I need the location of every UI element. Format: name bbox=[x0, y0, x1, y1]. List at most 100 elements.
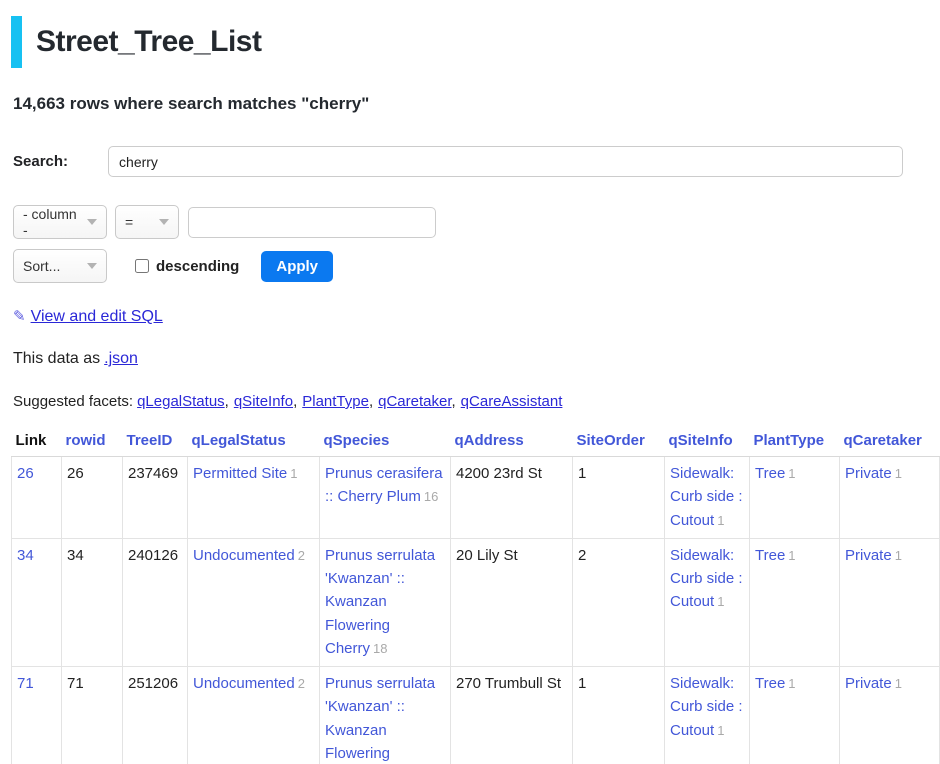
cell-treeid: 251206 bbox=[123, 667, 188, 764]
facet-count: 16 bbox=[424, 489, 438, 504]
cell-planttype: Tree1 bbox=[750, 457, 840, 539]
cell-qaddress: 20 Lily St bbox=[451, 538, 573, 666]
cell-link: 26 bbox=[12, 457, 62, 539]
facet-link-qlegalstatus[interactable]: qLegalStatus bbox=[137, 393, 225, 410]
sort-by-siteorder[interactable]: SiteOrder bbox=[577, 432, 645, 449]
cell-qaddress: 4200 23rd St bbox=[451, 457, 573, 539]
table-header-row: Link rowid TreeID qLegalStatus qSpecies … bbox=[12, 428, 940, 457]
filter-operator-select[interactable]: = bbox=[115, 205, 179, 239]
facet-value-link[interactable]: Tree bbox=[755, 675, 785, 692]
export-line: This data as.json bbox=[13, 350, 940, 368]
facet-link-qcaretaker[interactable]: qCaretaker bbox=[378, 393, 451, 410]
facet-count: 1 bbox=[788, 676, 795, 691]
filter-row: - column - = bbox=[13, 205, 940, 239]
cell-link: 71 bbox=[12, 667, 62, 764]
chevron-down-icon bbox=[159, 219, 169, 225]
facet-value-link[interactable]: Undocumented bbox=[193, 675, 295, 692]
column-header-qcaretaker: qCaretaker bbox=[840, 428, 940, 457]
cell-siteorder: 2 bbox=[573, 538, 665, 666]
cell-qspecies: Prunus serrulata 'Kwanzan' :: Kwanzan Fl… bbox=[320, 667, 451, 764]
descending-checkbox[interactable] bbox=[135, 259, 149, 273]
view-edit-sql-link[interactable]: View and edit SQL bbox=[31, 308, 163, 325]
facet-value-link[interactable]: Undocumented bbox=[193, 547, 295, 564]
sort-by-treeid[interactable]: TreeID bbox=[127, 432, 173, 449]
facet-value-link[interactable]: Tree bbox=[755, 547, 785, 564]
cell-qspecies: Prunus cerasifera :: Cherry Plum16 bbox=[320, 457, 451, 539]
table-row: 71 71 251206 Undocumented2 Prunus serrul… bbox=[12, 667, 940, 764]
filter-operator-value: = bbox=[125, 214, 133, 230]
cell-treeid: 237469 bbox=[123, 457, 188, 539]
apply-button[interactable]: Apply bbox=[261, 251, 333, 282]
export-prefix: This data as bbox=[13, 350, 100, 367]
column-header-planttype: PlantType bbox=[750, 428, 840, 457]
facet-count: 1 bbox=[788, 548, 795, 563]
column-header-qspecies: qSpecies bbox=[320, 428, 451, 457]
row-detail-link[interactable]: 34 bbox=[17, 547, 34, 564]
facet-value-link[interactable]: Tree bbox=[755, 465, 785, 482]
results-table: Link rowid TreeID qLegalStatus qSpecies … bbox=[11, 428, 940, 764]
cell-siteorder: 1 bbox=[573, 667, 665, 764]
page-title: Street_Tree_List bbox=[36, 16, 261, 68]
facet-count: 1 bbox=[717, 513, 724, 528]
cell-qsiteinfo: Sidewalk: Curb side : Cutout1 bbox=[665, 457, 750, 539]
facet-link-planttype[interactable]: PlantType bbox=[302, 393, 369, 410]
facet-count: 2 bbox=[298, 548, 305, 563]
facet-value-link[interactable]: Sidewalk: Curb side : Cutout bbox=[670, 675, 743, 739]
facet-value-link[interactable]: Private bbox=[845, 547, 892, 564]
facet-count: 1 bbox=[717, 594, 724, 609]
cell-planttype: Tree1 bbox=[750, 538, 840, 666]
suggested-facets: Suggested facets:qLegalStatus,qSiteInfo,… bbox=[13, 393, 940, 410]
cell-siteorder: 1 bbox=[573, 457, 665, 539]
facets-prefix: Suggested facets: bbox=[13, 393, 133, 410]
column-header-qsiteinfo: qSiteInfo bbox=[665, 428, 750, 457]
page: Street_Tree_List 14,663 rows where searc… bbox=[0, 0, 940, 764]
sort-select-value: Sort... bbox=[23, 258, 60, 274]
facet-value-link[interactable]: Sidewalk: Curb side : Cutout bbox=[670, 465, 743, 529]
facet-link-qsiteinfo[interactable]: qSiteInfo bbox=[234, 393, 293, 410]
column-header-qlegalstatus: qLegalStatus bbox=[188, 428, 320, 457]
chevron-down-icon bbox=[87, 263, 97, 269]
facet-count: 1 bbox=[788, 466, 795, 481]
column-header-rowid: rowid bbox=[62, 428, 123, 457]
sort-by-qcaretaker[interactable]: qCaretaker bbox=[844, 432, 922, 449]
cell-qsiteinfo: Sidewalk: Curb side : Cutout1 bbox=[665, 538, 750, 666]
json-export-link[interactable]: .json bbox=[104, 350, 138, 367]
facet-value-link[interactable]: Sidewalk: Curb side : Cutout bbox=[670, 547, 743, 611]
sort-by-rowid[interactable]: rowid bbox=[66, 432, 106, 449]
filter-value-input[interactable] bbox=[188, 207, 436, 238]
sort-by-qaddress[interactable]: qAddress bbox=[455, 432, 524, 449]
facet-count: 1 bbox=[717, 723, 724, 738]
pencil-icon: ✎ bbox=[13, 308, 26, 325]
facet-value-link[interactable]: Private bbox=[845, 465, 892, 482]
cell-qspecies: Prunus serrulata 'Kwanzan' :: Kwanzan Fl… bbox=[320, 538, 451, 666]
filter-column-select[interactable]: - column - bbox=[13, 205, 107, 239]
chevron-down-icon bbox=[87, 219, 97, 225]
facet-value-link[interactable]: Private bbox=[845, 675, 892, 692]
facet-count: 1 bbox=[895, 548, 902, 563]
search-form: Search: bbox=[13, 146, 940, 177]
cell-rowid: 71 bbox=[62, 667, 123, 764]
row-detail-link[interactable]: 71 bbox=[17, 675, 34, 692]
cell-qlegalstatus: Undocumented2 bbox=[188, 538, 320, 666]
facet-count: 2 bbox=[298, 676, 305, 691]
column-header-treeid: TreeID bbox=[123, 428, 188, 457]
facet-value-link[interactable]: Prunus serrulata 'Kwanzan' :: Kwanzan Fl… bbox=[325, 675, 435, 764]
sort-select[interactable]: Sort... bbox=[13, 249, 107, 283]
search-input[interactable] bbox=[108, 146, 903, 177]
table-row: 34 34 240126 Undocumented2 Prunus serrul… bbox=[12, 538, 940, 666]
cell-qlegalstatus: Permitted Site1 bbox=[188, 457, 320, 539]
cell-qcaretaker: Private1 bbox=[840, 457, 940, 539]
sort-by-qlegalstatus[interactable]: qLegalStatus bbox=[192, 432, 286, 449]
cell-rowid: 34 bbox=[62, 538, 123, 666]
sort-by-qsiteinfo[interactable]: qSiteInfo bbox=[669, 432, 733, 449]
row-detail-link[interactable]: 26 bbox=[17, 465, 34, 482]
sort-by-planttype[interactable]: PlantType bbox=[754, 432, 825, 449]
cell-link: 34 bbox=[12, 538, 62, 666]
filter-column-value: - column - bbox=[23, 206, 77, 238]
sort-by-qspecies[interactable]: qSpecies bbox=[324, 432, 390, 449]
sql-line: ✎ View and edit SQL bbox=[13, 307, 940, 326]
row-count-summary: 14,663 rows where search matches "cherry… bbox=[13, 94, 940, 114]
facet-link-qcareassistant[interactable]: qCareAssistant bbox=[461, 393, 563, 410]
search-label: Search: bbox=[13, 153, 68, 170]
facet-value-link[interactable]: Permitted Site bbox=[193, 465, 287, 482]
